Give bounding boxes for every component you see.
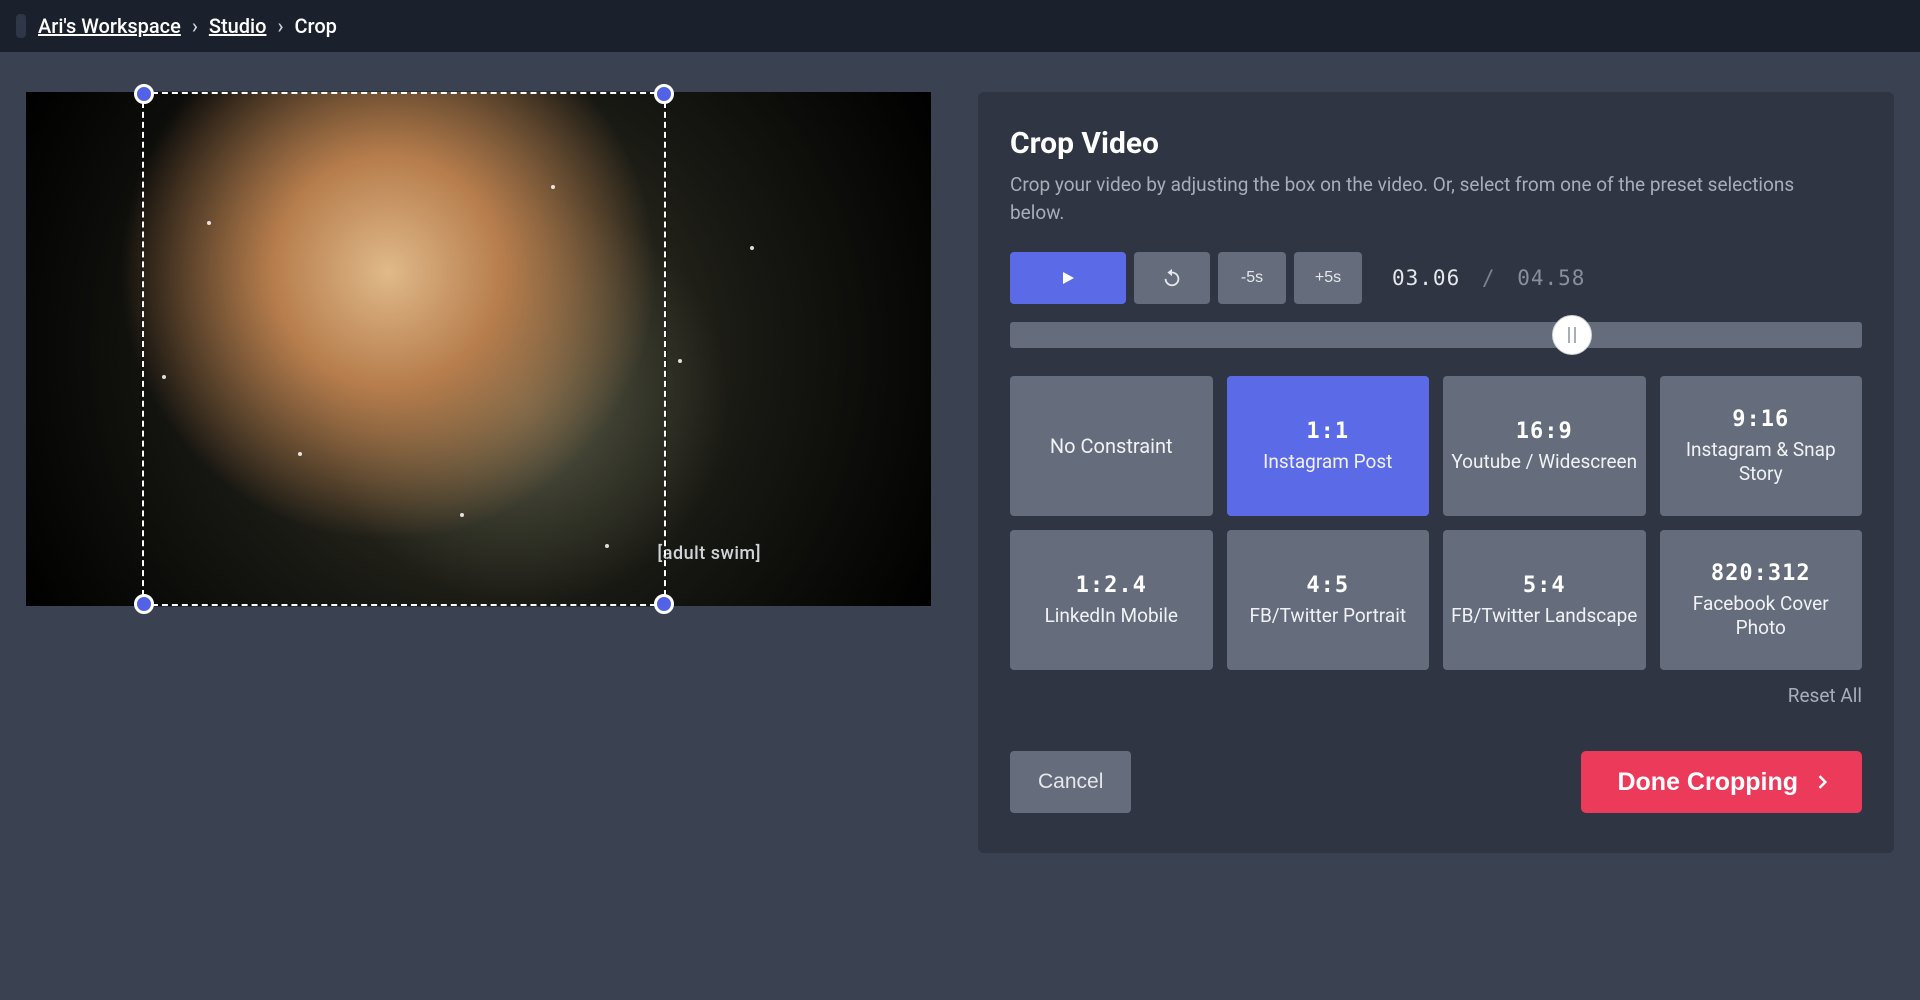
preset-ratio: 5:4 bbox=[1523, 573, 1566, 598]
forward-5s-button[interactable]: +5s bbox=[1294, 252, 1362, 304]
breadcrumb-sep: › bbox=[192, 14, 198, 38]
play-icon bbox=[1060, 270, 1076, 286]
restart-button[interactable] bbox=[1134, 252, 1210, 304]
app-logo bbox=[16, 14, 26, 38]
time-readout: 03.06 / 04.58 bbox=[1392, 266, 1585, 290]
preset-16-9[interactable]: 16:9 Youtube / Widescreen bbox=[1443, 376, 1646, 516]
done-label: Done Cropping bbox=[1617, 768, 1798, 797]
cancel-button[interactable]: Cancel bbox=[1010, 751, 1131, 813]
scrubber-thumb[interactable] bbox=[1552, 315, 1592, 355]
breadcrumb: Ari's Workspace › Studio › Crop bbox=[38, 14, 337, 38]
video-preview[interactable]: [adult swim] bbox=[26, 92, 931, 606]
preset-ratio: 9:16 bbox=[1732, 407, 1789, 432]
preset-9-16[interactable]: 9:16 Instagram & Snap Story bbox=[1660, 376, 1863, 516]
preset-4-5[interactable]: 4:5 FB/Twitter Portrait bbox=[1227, 530, 1430, 670]
preset-no-constraint[interactable]: No Constraint bbox=[1010, 376, 1213, 516]
panel-description: Crop your video by adjusting the box on … bbox=[1010, 171, 1830, 226]
crop-handle-top-right[interactable] bbox=[654, 84, 674, 104]
playback-controls: -5s +5s 03.06 / 04.58 bbox=[1010, 252, 1862, 304]
time-sep: / bbox=[1482, 266, 1496, 290]
preset-label: FB/Twitter Portrait bbox=[1249, 604, 1406, 628]
panel-title: Crop Video bbox=[1010, 126, 1862, 161]
play-button[interactable] bbox=[1010, 252, 1126, 304]
crop-box[interactable] bbox=[142, 92, 666, 606]
video-column: [adult swim] bbox=[26, 92, 946, 853]
preset-label: Facebook Cover Photo bbox=[1668, 592, 1855, 640]
panel-footer: Cancel Done Cropping bbox=[1010, 751, 1862, 813]
crop-handle-top-left[interactable] bbox=[134, 84, 154, 104]
workspace: [adult swim] Crop Video Crop your video … bbox=[0, 52, 1920, 893]
video-watermark: [adult swim] bbox=[657, 543, 761, 564]
preset-ratio: 820:312 bbox=[1711, 561, 1811, 586]
current-time: 03.06 bbox=[1392, 266, 1460, 290]
breadcrumb-sep: › bbox=[277, 14, 283, 38]
preset-1-1[interactable]: 1:1 Instagram Post bbox=[1227, 376, 1430, 516]
preset-label: No Constraint bbox=[1050, 434, 1173, 459]
crop-handle-bottom-left[interactable] bbox=[134, 594, 154, 614]
preset-ratio: 1:2.4 bbox=[1076, 573, 1147, 598]
scrubber-track[interactable] bbox=[1010, 322, 1862, 348]
crop-handle-bottom-right[interactable] bbox=[654, 594, 674, 614]
preset-label: Instagram & Snap Story bbox=[1668, 438, 1855, 486]
done-cropping-button[interactable]: Done Cropping bbox=[1581, 751, 1862, 813]
preset-5-4[interactable]: 5:4 FB/Twitter Landscape bbox=[1443, 530, 1646, 670]
crop-panel: Crop Video Crop your video by adjusting … bbox=[978, 92, 1894, 853]
preset-ratio: 16:9 bbox=[1516, 419, 1573, 444]
preset-820-312[interactable]: 820:312 Facebook Cover Photo bbox=[1660, 530, 1863, 670]
preset-grid: No Constraint 1:1 Instagram Post 16:9 Yo… bbox=[1010, 376, 1862, 670]
chevron-right-icon bbox=[1812, 772, 1832, 792]
preset-ratio: 1:1 bbox=[1306, 419, 1349, 444]
preset-label: LinkedIn Mobile bbox=[1045, 604, 1178, 628]
preset-label: Instagram Post bbox=[1263, 450, 1392, 474]
preset-label: Youtube / Widescreen bbox=[1451, 450, 1637, 474]
breadcrumb-studio[interactable]: Studio bbox=[209, 14, 267, 38]
top-bar: Ari's Workspace › Studio › Crop bbox=[0, 0, 1920, 52]
restart-icon bbox=[1161, 267, 1183, 289]
reset-all-link[interactable]: Reset All bbox=[1010, 684, 1862, 707]
preset-1-2-4[interactable]: 1:2.4 LinkedIn Mobile bbox=[1010, 530, 1213, 670]
breadcrumb-workspace[interactable]: Ari's Workspace bbox=[38, 14, 181, 38]
total-time: 04.58 bbox=[1517, 266, 1585, 290]
preset-label: FB/Twitter Landscape bbox=[1451, 604, 1637, 628]
breadcrumb-current: Crop bbox=[294, 14, 336, 38]
back-5s-button[interactable]: -5s bbox=[1218, 252, 1286, 304]
scrubber[interactable] bbox=[1010, 322, 1862, 348]
preset-ratio: 4:5 bbox=[1306, 573, 1349, 598]
